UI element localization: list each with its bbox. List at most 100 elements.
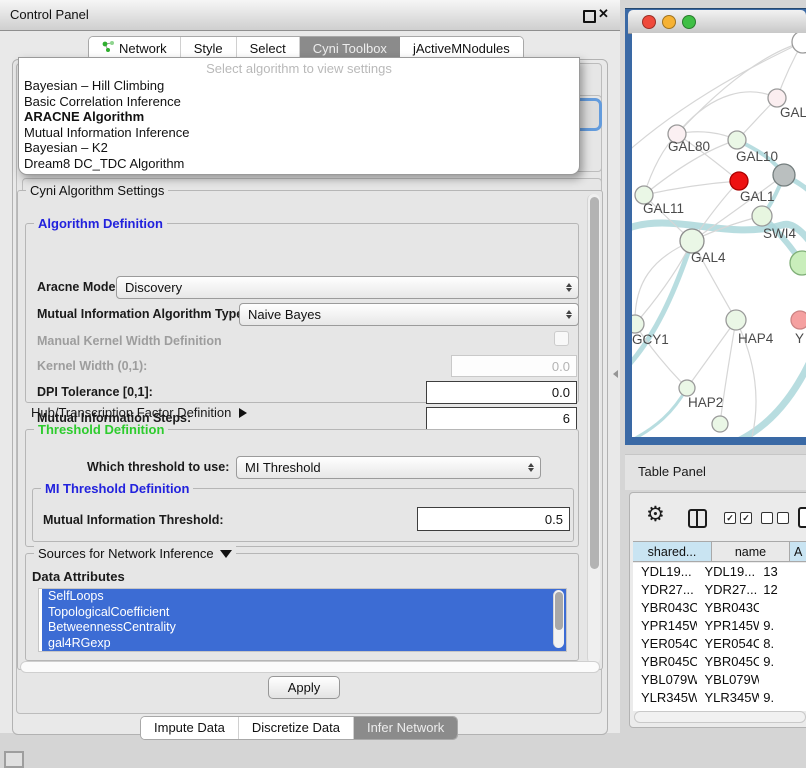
table-cell[interactable]: YBR045C bbox=[633, 653, 697, 671]
algorithm-option-dream8-dc-tdc-algorithm[interactable]: Dream8 DC_TDC Algorithm bbox=[19, 156, 579, 172]
algorithm-option-aracne-algorithm[interactable]: ARACNE Algorithm bbox=[19, 109, 579, 125]
table-row[interactable]: YBL079WYBL079W bbox=[633, 671, 806, 689]
table-row[interactable]: YLR345WYLR345W9. bbox=[633, 689, 806, 707]
mi-steps-field[interactable]: 6 bbox=[426, 407, 577, 430]
aracne-mode-combobox[interactable]: Discovery bbox=[116, 276, 579, 299]
table-cell[interactable]: YDR27... bbox=[633, 581, 697, 599]
table-row[interactable]: YBR043CYBR043C bbox=[633, 599, 806, 617]
network-node[interactable] bbox=[773, 164, 795, 186]
table-cell[interactable]: YDR27... bbox=[697, 581, 760, 599]
minimized-panel-icon[interactable] bbox=[4, 751, 24, 768]
kernel-width-label: Kernel Width (0,1): bbox=[37, 359, 147, 373]
column-header-shared-[interactable]: shared... bbox=[633, 541, 712, 562]
table-cell[interactable] bbox=[759, 599, 806, 617]
table-hscrollbar[interactable] bbox=[634, 711, 806, 723]
table-row[interactable]: YER054CYER054C8. bbox=[633, 635, 806, 653]
network-node-gcy1[interactable] bbox=[632, 315, 644, 333]
new-table-icon[interactable] bbox=[798, 507, 806, 528]
table-cell[interactable]: YBR043C bbox=[697, 599, 760, 617]
attribute-item-gal4rgexp[interactable]: gal4RGexp bbox=[42, 636, 566, 652]
table-cell[interactable] bbox=[759, 671, 806, 689]
column-header-a[interactable]: A bbox=[790, 541, 806, 562]
table-cell[interactable]: YBR043C bbox=[633, 599, 697, 617]
attribute-item-betweennesscentrality[interactable]: BetweennessCentrality bbox=[42, 620, 566, 636]
mi-type-combobox[interactable]: Naive Bayes bbox=[239, 303, 579, 326]
mi-threshold-field[interactable]: 0.5 bbox=[417, 507, 570, 531]
column-layout-icon[interactable] bbox=[688, 509, 707, 528]
table-cell[interactable]: 9. bbox=[759, 689, 806, 707]
table-cell[interactable]: YDL19... bbox=[633, 563, 697, 581]
sources-expander[interactable]: Sources for Network Inference bbox=[34, 546, 236, 561]
control-panel-titlebar[interactable]: Control Panel ✕ bbox=[0, 0, 620, 31]
which-threshold-label: Which threshold to use: bbox=[87, 460, 229, 474]
attributes-scrollbar-track[interactable] bbox=[553, 590, 564, 648]
checked-checkbox-icon-2[interactable]: ✓ bbox=[740, 512, 752, 524]
table-cell[interactable]: YLR345W bbox=[697, 689, 760, 707]
tab-infer-network[interactable]: Infer Network bbox=[354, 717, 457, 739]
network-node[interactable] bbox=[792, 33, 806, 53]
algorithm-option-bayesian-hill-climbing[interactable]: Bayesian – Hill Climbing bbox=[19, 78, 579, 94]
table-cell[interactable]: YER054C bbox=[697, 635, 760, 653]
settings-hscrollbar[interactable] bbox=[20, 661, 600, 673]
minimize-traffic-light[interactable] bbox=[662, 15, 676, 29]
gear-icon[interactable]: ⚙ bbox=[646, 505, 665, 525]
manual-kernel-checkbox[interactable] bbox=[554, 331, 569, 346]
close-traffic-light[interactable] bbox=[642, 15, 656, 29]
table-panel-title: Table Panel bbox=[638, 464, 706, 479]
dpi-tolerance-field[interactable]: 0.0 bbox=[426, 381, 577, 404]
table-cell[interactable]: YPR145W bbox=[697, 617, 760, 635]
hub-definition-expander[interactable]: Hub/Transcription Factor Definition bbox=[31, 405, 247, 420]
aracne-mode-value: Discovery bbox=[125, 280, 182, 295]
table-cell[interactable]: 8. bbox=[759, 635, 806, 653]
which-threshold-combobox[interactable]: MI Threshold bbox=[236, 456, 541, 479]
algorithm-option-bayesian-k2[interactable]: Bayesian – K2 bbox=[19, 140, 579, 156]
data-attributes-list: SelfLoopsTopologicalCoefficientBetweenne… bbox=[38, 588, 567, 652]
table-body: YDL19...YDL19...13YDR27...YDR27...12YBR0… bbox=[633, 563, 806, 711]
table-cell[interactable]: 13 bbox=[759, 563, 806, 581]
table-cell[interactable]: YPR145W bbox=[633, 617, 697, 635]
table-row[interactable]: YDR27...YDR27...12 bbox=[633, 581, 806, 599]
table-cell[interactable]: YDL19... bbox=[697, 563, 760, 581]
algorithm-option-basic-correlation-inference[interactable]: Basic Correlation Inference bbox=[19, 94, 579, 110]
attribute-item-selfloops[interactable]: SelfLoops bbox=[42, 589, 566, 605]
zoom-traffic-light[interactable] bbox=[682, 15, 696, 29]
tab-discretize-data[interactable]: Discretize Data bbox=[239, 717, 354, 739]
column-header-name[interactable]: name bbox=[712, 541, 790, 562]
network-edge bbox=[677, 42, 803, 134]
network-node[interactable] bbox=[790, 251, 806, 275]
unchecked-checkbox-icon[interactable] bbox=[761, 512, 773, 524]
panel-divider-grip[interactable] bbox=[613, 370, 618, 378]
attributes-scrollbar-thumb[interactable] bbox=[555, 592, 563, 630]
table-row[interactable]: YDL19...YDL19...13 bbox=[633, 563, 806, 581]
table-row[interactable]: YPR145WYPR145W9. bbox=[633, 617, 806, 635]
algorithm-option-mutual-information-inference[interactable]: Mutual Information Inference bbox=[19, 125, 579, 141]
table-cell[interactable]: YER054C bbox=[633, 635, 697, 653]
network-node-hap2[interactable] bbox=[679, 380, 695, 396]
table-row[interactable]: YBR045CYBR045C9. bbox=[633, 653, 806, 671]
network-node[interactable] bbox=[712, 416, 728, 432]
table-cell[interactable]: 9. bbox=[759, 653, 806, 671]
table-cell[interactable]: 9. bbox=[759, 617, 806, 635]
network-node-swi4[interactable] bbox=[752, 206, 772, 226]
checked-checkbox-icon[interactable]: ✓ bbox=[724, 512, 736, 524]
attribute-item-topologicalcoefficient[interactable]: TopologicalCoefficient bbox=[42, 605, 566, 621]
kernel-width-field[interactable]: 0.0 bbox=[451, 355, 577, 377]
settings-scrollbar-thumb[interactable] bbox=[590, 197, 599, 569]
table-cell[interactable]: YBL079W bbox=[633, 671, 697, 689]
network-window-titlebar[interactable] bbox=[628, 10, 806, 34]
tab-impute-data[interactable]: Impute Data bbox=[141, 717, 239, 739]
table-cell[interactable]: 12 bbox=[759, 581, 806, 599]
unchecked-checkbox-icon-2[interactable] bbox=[777, 512, 789, 524]
network-node-gal10[interactable] bbox=[728, 131, 746, 149]
apply-button[interactable]: Apply bbox=[268, 676, 340, 699]
table-cell[interactable]: YBL079W bbox=[697, 671, 760, 689]
settings-scrollbar-track[interactable] bbox=[587, 194, 600, 664]
close-icon[interactable]: ✕ bbox=[598, 6, 609, 22]
network-canvas[interactable]: GALGAL80GAL10GAL1GAL11SWI4GAL4GCY1HAP4YH… bbox=[632, 33, 806, 437]
float-window-icon[interactable] bbox=[583, 10, 596, 23]
network-node-y[interactable] bbox=[791, 311, 806, 329]
table-cell[interactable]: YLR345W bbox=[633, 689, 697, 707]
table-cell[interactable]: YBR045C bbox=[697, 653, 760, 671]
network-node-hap4[interactable] bbox=[726, 310, 746, 330]
network-node-gal1[interactable] bbox=[730, 172, 748, 190]
